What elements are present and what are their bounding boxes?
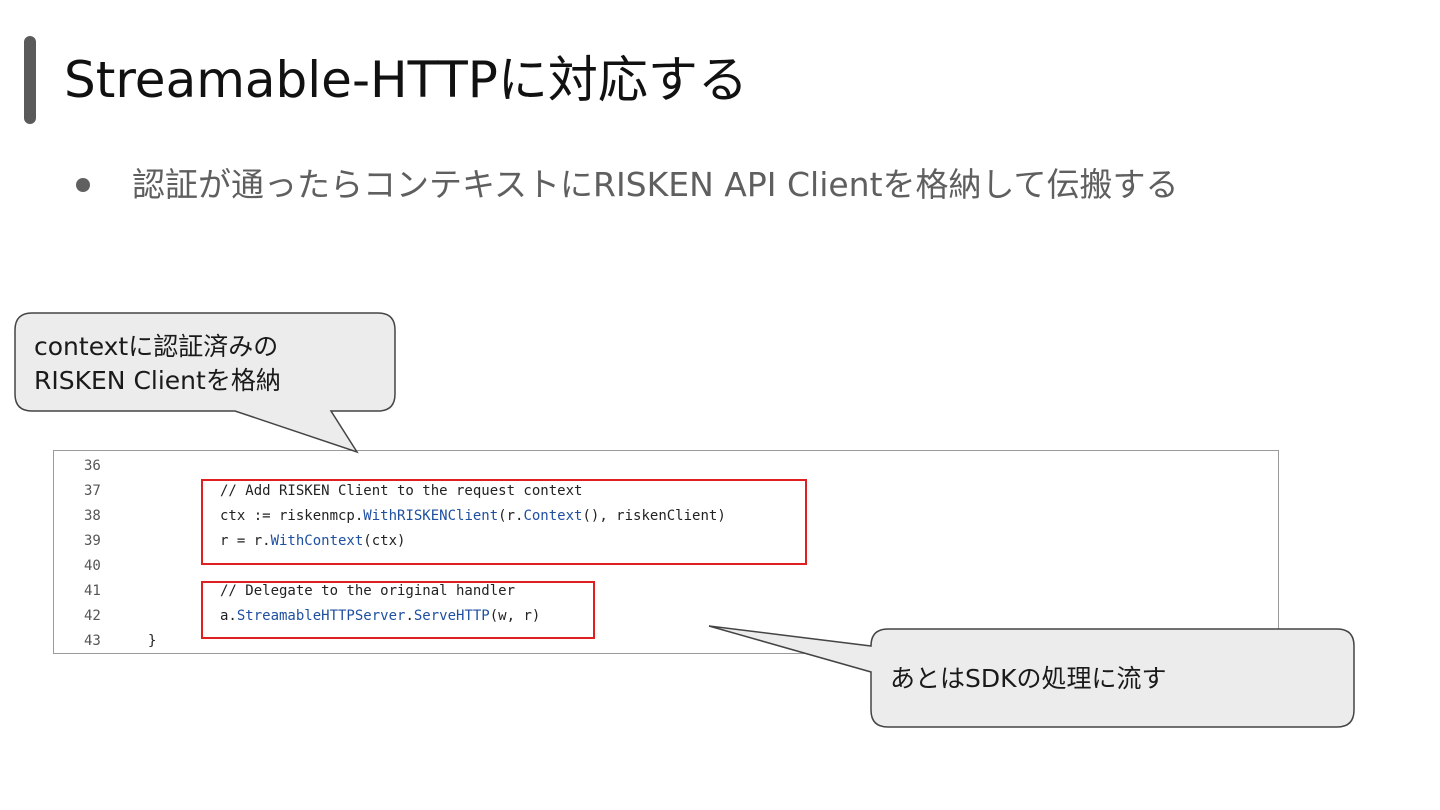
callout-text-2: あとはSDKの処理に流す — [890, 662, 1167, 696]
callout-text-1: contextに認証済みの RISKEN Clientを格納 — [34, 330, 281, 398]
callout-1-line-2: RISKEN Clientを格納 — [34, 366, 281, 395]
callout-2-line-1: あとはSDKの処理に流す — [890, 664, 1167, 693]
callout-1-line-1: contextに認証済みの — [34, 332, 279, 361]
callout-shapes — [14, 312, 1355, 728]
